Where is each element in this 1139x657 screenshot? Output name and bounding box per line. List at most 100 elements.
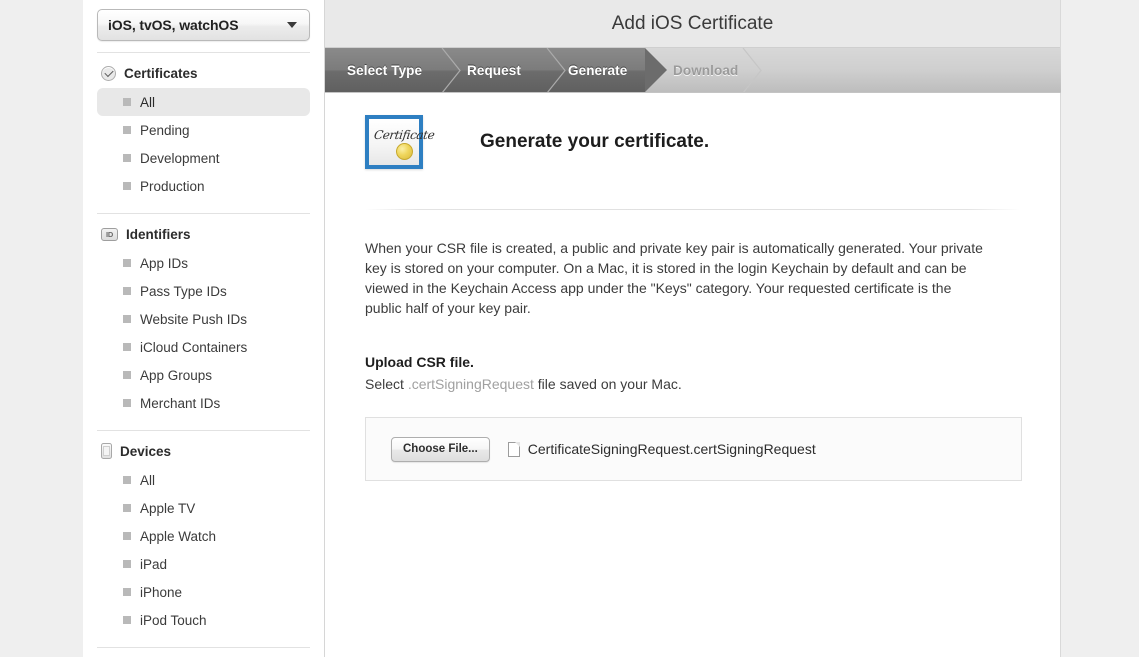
step-separator-icon (739, 48, 765, 93)
steps-active-arrow (645, 48, 667, 92)
sidebar-item-icloud-containers[interactable]: iCloud Containers (97, 333, 310, 361)
sidebar-item-merchant-ids[interactable]: Merchant IDs (97, 389, 310, 417)
sidebar-item-app-groups[interactable]: App Groups (97, 361, 310, 389)
sidebar-item-label: iPhone (140, 585, 182, 600)
sidebar-item-label: iCloud Containers (140, 340, 247, 355)
certificate-header-row: Certificate Generate your certificate. (365, 93, 1020, 169)
upload-subtext-prefix: Select (365, 376, 408, 392)
sidebar-item-label: All (140, 95, 155, 110)
sidebar-section-header-certificates[interactable]: Certificates (97, 62, 310, 84)
device-phone-icon (101, 443, 112, 459)
sidebar-section-certificates: Certificates All Pending Development Pro… (83, 62, 324, 200)
id-badge-icon: ID (101, 228, 118, 241)
sidebar-item-label: iPod Touch (140, 613, 207, 628)
sidebar-item-devices-all[interactable]: All (97, 466, 310, 494)
bullet-icon (123, 154, 131, 162)
step-progress-bar: Select Type Request Generate Download (325, 48, 1061, 93)
step-generate[interactable]: Generate (568, 48, 627, 93)
bullet-icon (123, 399, 131, 407)
bullet-icon (123, 371, 131, 379)
app-window: iOS, tvOS, watchOS Certificates All Pend… (0, 0, 1139, 657)
file-upload-box: Choose File... CertificateSigningRequest… (365, 417, 1022, 481)
bullet-icon (123, 588, 131, 596)
bullet-icon (123, 315, 131, 323)
divider (97, 430, 310, 431)
section-divider (365, 209, 1020, 210)
sidebar-item-label: iPad (140, 557, 167, 572)
certificate-icon: Certificate (365, 115, 423, 169)
main-content: Certificate Generate your certificate. W… (325, 93, 1060, 481)
sidebar-item-app-ids[interactable]: App IDs (97, 249, 310, 277)
chevron-down-icon (287, 22, 297, 28)
upload-subtext: Select .certSigningRequest file saved on… (365, 376, 1020, 392)
sidebar-item-certificates-production[interactable]: Production (97, 172, 310, 200)
bullet-icon (123, 182, 131, 190)
sidebar-item-iphone[interactable]: iPhone (97, 578, 310, 606)
sidebar-item-label: Apple TV (140, 501, 195, 516)
bullet-icon (123, 560, 131, 568)
right-gutter (1062, 0, 1139, 657)
sidebar-section-header-identifiers[interactable]: ID Identifiers (97, 223, 310, 245)
sidebar-item-label: Pending (140, 123, 190, 138)
sidebar-section-devices: Devices All Apple TV Apple Watch iPad (83, 440, 324, 634)
sidebar-item-ipod-touch[interactable]: iPod Touch (97, 606, 310, 634)
sidebar-item-apple-watch[interactable]: Apple Watch (97, 522, 310, 550)
sidebar-item-label: Website Push IDs (140, 312, 247, 327)
sidebar-section-title: Devices (120, 444, 171, 459)
sidebar-item-label: Merchant IDs (140, 396, 220, 411)
divider (97, 213, 310, 214)
bullet-icon (123, 259, 131, 267)
bullet-icon (123, 616, 131, 624)
upload-file-extension: .certSigningRequest (408, 376, 534, 392)
divider (97, 52, 310, 53)
sidebar-item-certificates-pending[interactable]: Pending (97, 116, 310, 144)
sidebar-item-label: App IDs (140, 256, 188, 271)
sidebar-nav: Certificates All Pending Development Pro… (83, 52, 324, 657)
content-heading: Generate your certificate. (480, 131, 709, 153)
step-separator-icon (438, 48, 464, 93)
sidebar: iOS, tvOS, watchOS Certificates All Pend… (83, 0, 325, 657)
sidebar-item-label: App Groups (140, 368, 212, 383)
document-icon (508, 442, 520, 457)
bullet-icon (123, 476, 131, 484)
step-request[interactable]: Request (467, 48, 521, 93)
upload-heading: Upload CSR file. (365, 354, 1020, 370)
sidebar-item-certificates-all[interactable]: All (97, 88, 310, 116)
sidebar-section-identifiers: ID Identifiers App IDs Pass Type IDs Web… (83, 223, 324, 417)
gold-seal-icon (396, 143, 413, 160)
bullet-icon (123, 287, 131, 295)
sidebar-section-title: Identifiers (126, 227, 191, 242)
certificate-script-text: Certificate (373, 128, 435, 142)
step-download: Download (673, 48, 738, 93)
bullet-icon (123, 532, 131, 540)
sidebar-item-website-push-ids[interactable]: Website Push IDs (97, 305, 310, 333)
sidebar-item-apple-tv[interactable]: Apple TV (97, 494, 310, 522)
window-titlebar: Add iOS Certificate (325, 0, 1060, 48)
sidebar-section-title: Certificates (124, 66, 198, 81)
bullet-icon (123, 98, 131, 106)
sidebar-item-certificates-development[interactable]: Development (97, 144, 310, 172)
sidebar-item-ipad[interactable]: iPad (97, 550, 310, 578)
description-paragraph: When your CSR file is created, a public … (365, 238, 990, 318)
platform-select[interactable]: iOS, tvOS, watchOS (97, 9, 310, 41)
bullet-icon (123, 126, 131, 134)
page-title: Add iOS Certificate (612, 13, 774, 35)
sidebar-section-header-devices[interactable]: Devices (97, 440, 310, 462)
platform-select-value: iOS, tvOS, watchOS (108, 17, 238, 33)
choose-file-button[interactable]: Choose File... (391, 437, 490, 462)
selected-file: CertificateSigningRequest.certSigningReq… (508, 441, 816, 457)
upload-subtext-suffix: file saved on your Mac. (534, 376, 682, 392)
step-select-type[interactable]: Select Type (347, 48, 422, 93)
certificate-seal-icon (101, 66, 116, 81)
sidebar-item-label: All (140, 473, 155, 488)
sidebar-item-label: Apple Watch (140, 529, 216, 544)
sidebar-item-label: Development (140, 151, 220, 166)
bullet-icon (123, 343, 131, 351)
divider (97, 647, 310, 648)
step-separator-icon (543, 48, 569, 93)
platform-select-container: iOS, tvOS, watchOS (83, 0, 324, 41)
sidebar-item-pass-type-ids[interactable]: Pass Type IDs (97, 277, 310, 305)
bullet-icon (123, 504, 131, 512)
sidebar-item-label: Production (140, 179, 205, 194)
selected-file-name: CertificateSigningRequest.certSigningReq… (528, 441, 816, 457)
